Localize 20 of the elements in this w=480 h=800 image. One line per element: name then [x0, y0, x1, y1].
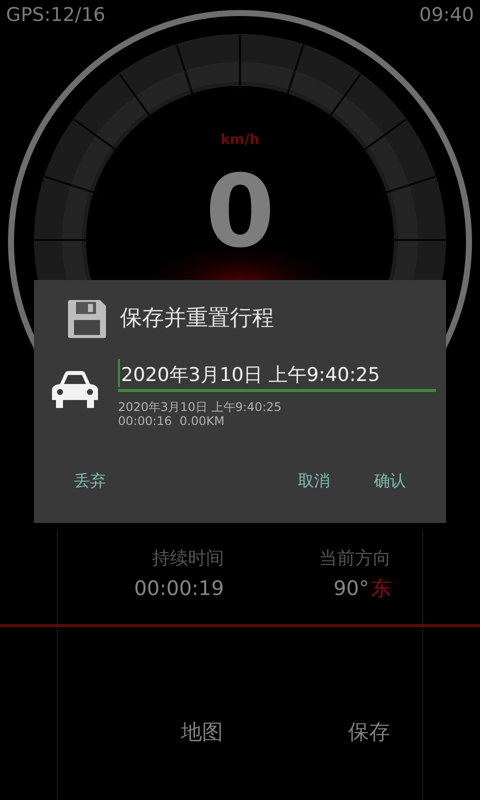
car-icon — [50, 370, 100, 410]
dialog-button[interactable]: 丢弃 — [64, 467, 116, 495]
bottom-button[interactable]: 保存 — [347, 663, 391, 800]
direction-label: 东 — [371, 576, 391, 600]
stat-label: 当前方向 — [319, 548, 391, 570]
stat-value: 00:00:19 — [134, 576, 224, 600]
dialog-title: 保存并重置行程 — [120, 306, 274, 332]
save-icon — [68, 300, 106, 338]
trip-detail: 00:00:16 0.00KM — [118, 414, 226, 428]
bottom-button[interactable]: 地图 — [180, 663, 224, 800]
trip-name-field[interactable]: 2020年3月10日 上午9:40:25 — [118, 358, 436, 392]
speed-unit: km/h — [220, 132, 260, 148]
stat-label: 持续时间 — [152, 548, 224, 570]
dialog-button[interactable]: 取消 — [288, 467, 340, 495]
speed-value: 0 — [205, 162, 275, 262]
dialog-button[interactable]: 确认 — [364, 467, 416, 495]
stat-value: 90° — [334, 576, 369, 600]
trip-detail: 2020年3月10日 上午9:40:25 — [118, 400, 283, 414]
gps-status: GPS:12/16 — [6, 4, 106, 26]
clock-time: 09:40 — [419, 4, 474, 26]
